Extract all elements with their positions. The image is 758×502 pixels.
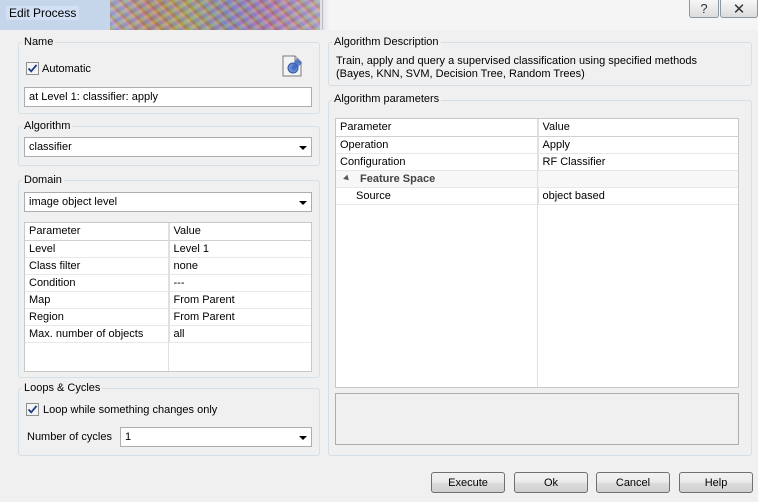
param-name: Condition — [25, 274, 170, 292]
domain-value: image object level — [29, 196, 118, 208]
number-of-cycles-label: Number of cycles — [27, 431, 112, 443]
param-value[interactable]: RF Classifier — [538, 153, 738, 171]
number-of-cycles-value: 1 — [125, 431, 132, 443]
param-value[interactable]: object based — [538, 187, 738, 205]
algorithm-parameter-grid[interactable]: Parameter Value Operation Apply Configur… — [335, 118, 739, 388]
number-of-cycles-select[interactable]: 1 — [120, 427, 312, 447]
chevron-down-icon — [299, 201, 307, 205]
param-name: Class filter — [25, 257, 170, 275]
chevron-down-icon — [299, 146, 307, 150]
domain-select[interactable]: image object level — [24, 192, 312, 212]
param-value[interactable]: all — [169, 325, 311, 343]
title-divider — [322, 0, 323, 30]
column-header-value: Value — [538, 119, 738, 137]
title-bar: Edit Process — [0, 0, 758, 30]
column-header-value: Value — [169, 223, 311, 241]
column-divider — [168, 223, 169, 371]
param-name: Operation — [336, 136, 539, 154]
column-header-parameter: Parameter — [336, 119, 539, 137]
loops-group-label: Loops & Cycles — [22, 382, 103, 394]
algorithm-parameters-label: Algorithm parameters — [332, 93, 442, 105]
close-button[interactable]: ✕ — [720, 0, 758, 18]
execute-button[interactable]: Execute — [431, 472, 505, 493]
name-group-label: Name — [22, 36, 56, 48]
algorithm-select[interactable]: classifier — [24, 137, 312, 157]
param-value[interactable]: Level 1 — [169, 240, 311, 258]
check-icon — [27, 405, 38, 414]
background-texture — [110, 0, 320, 30]
help-icon: ? — [700, 1, 708, 16]
param-name: Configuration — [336, 153, 539, 171]
domain-parameter-grid[interactable]: Parameter Value Level Level 1 Class filt… — [24, 222, 312, 372]
check-icon — [27, 64, 38, 73]
param-name: Source — [336, 187, 539, 205]
domain-group-label: Domain — [22, 174, 64, 186]
param-value[interactable]: From Parent — [169, 308, 311, 326]
param-name: Region — [25, 308, 170, 326]
help-titlebar-button[interactable]: ? — [689, 0, 719, 18]
edit-name-icon[interactable] — [280, 54, 304, 78]
loop-while-changes-label: Loop while something changes only — [43, 404, 218, 416]
param-name: Level — [25, 240, 170, 258]
cancel-button[interactable]: Cancel — [596, 472, 670, 493]
algorithm-value: classifier — [29, 141, 72, 153]
param-name: Map — [25, 291, 170, 309]
chevron-down-icon — [299, 436, 307, 440]
close-icon: ✕ — [732, 0, 746, 18]
automatic-label: Automatic — [42, 63, 91, 75]
param-value[interactable]: Apply — [538, 136, 738, 154]
section-label: Feature Space — [360, 172, 436, 185]
ok-button[interactable]: Ok — [514, 472, 588, 493]
algorithm-group-label: Algorithm — [22, 120, 73, 132]
algorithm-description-label: Algorithm Description — [332, 36, 441, 48]
automatic-checkbox[interactable] — [26, 62, 39, 75]
param-value[interactable]: From Parent — [169, 291, 311, 309]
help-button[interactable]: Help — [679, 472, 753, 493]
name-field[interactable]: at Level 1: classifier: apply — [24, 87, 312, 107]
column-divider — [537, 119, 538, 387]
algorithm-description-text: Train, apply and query a supervised clas… — [336, 55, 697, 80]
param-value[interactable]: none — [169, 257, 311, 275]
param-value[interactable]: --- — [169, 274, 311, 292]
column-header-parameter: Parameter — [25, 223, 170, 241]
loop-while-changes-checkbox[interactable] — [26, 403, 39, 416]
parameter-help-box — [335, 393, 739, 445]
window-title: Edit Process — [6, 6, 80, 20]
param-name: Max. number of objects — [25, 325, 170, 343]
collapse-triangle-icon[interactable] — [343, 174, 351, 182]
